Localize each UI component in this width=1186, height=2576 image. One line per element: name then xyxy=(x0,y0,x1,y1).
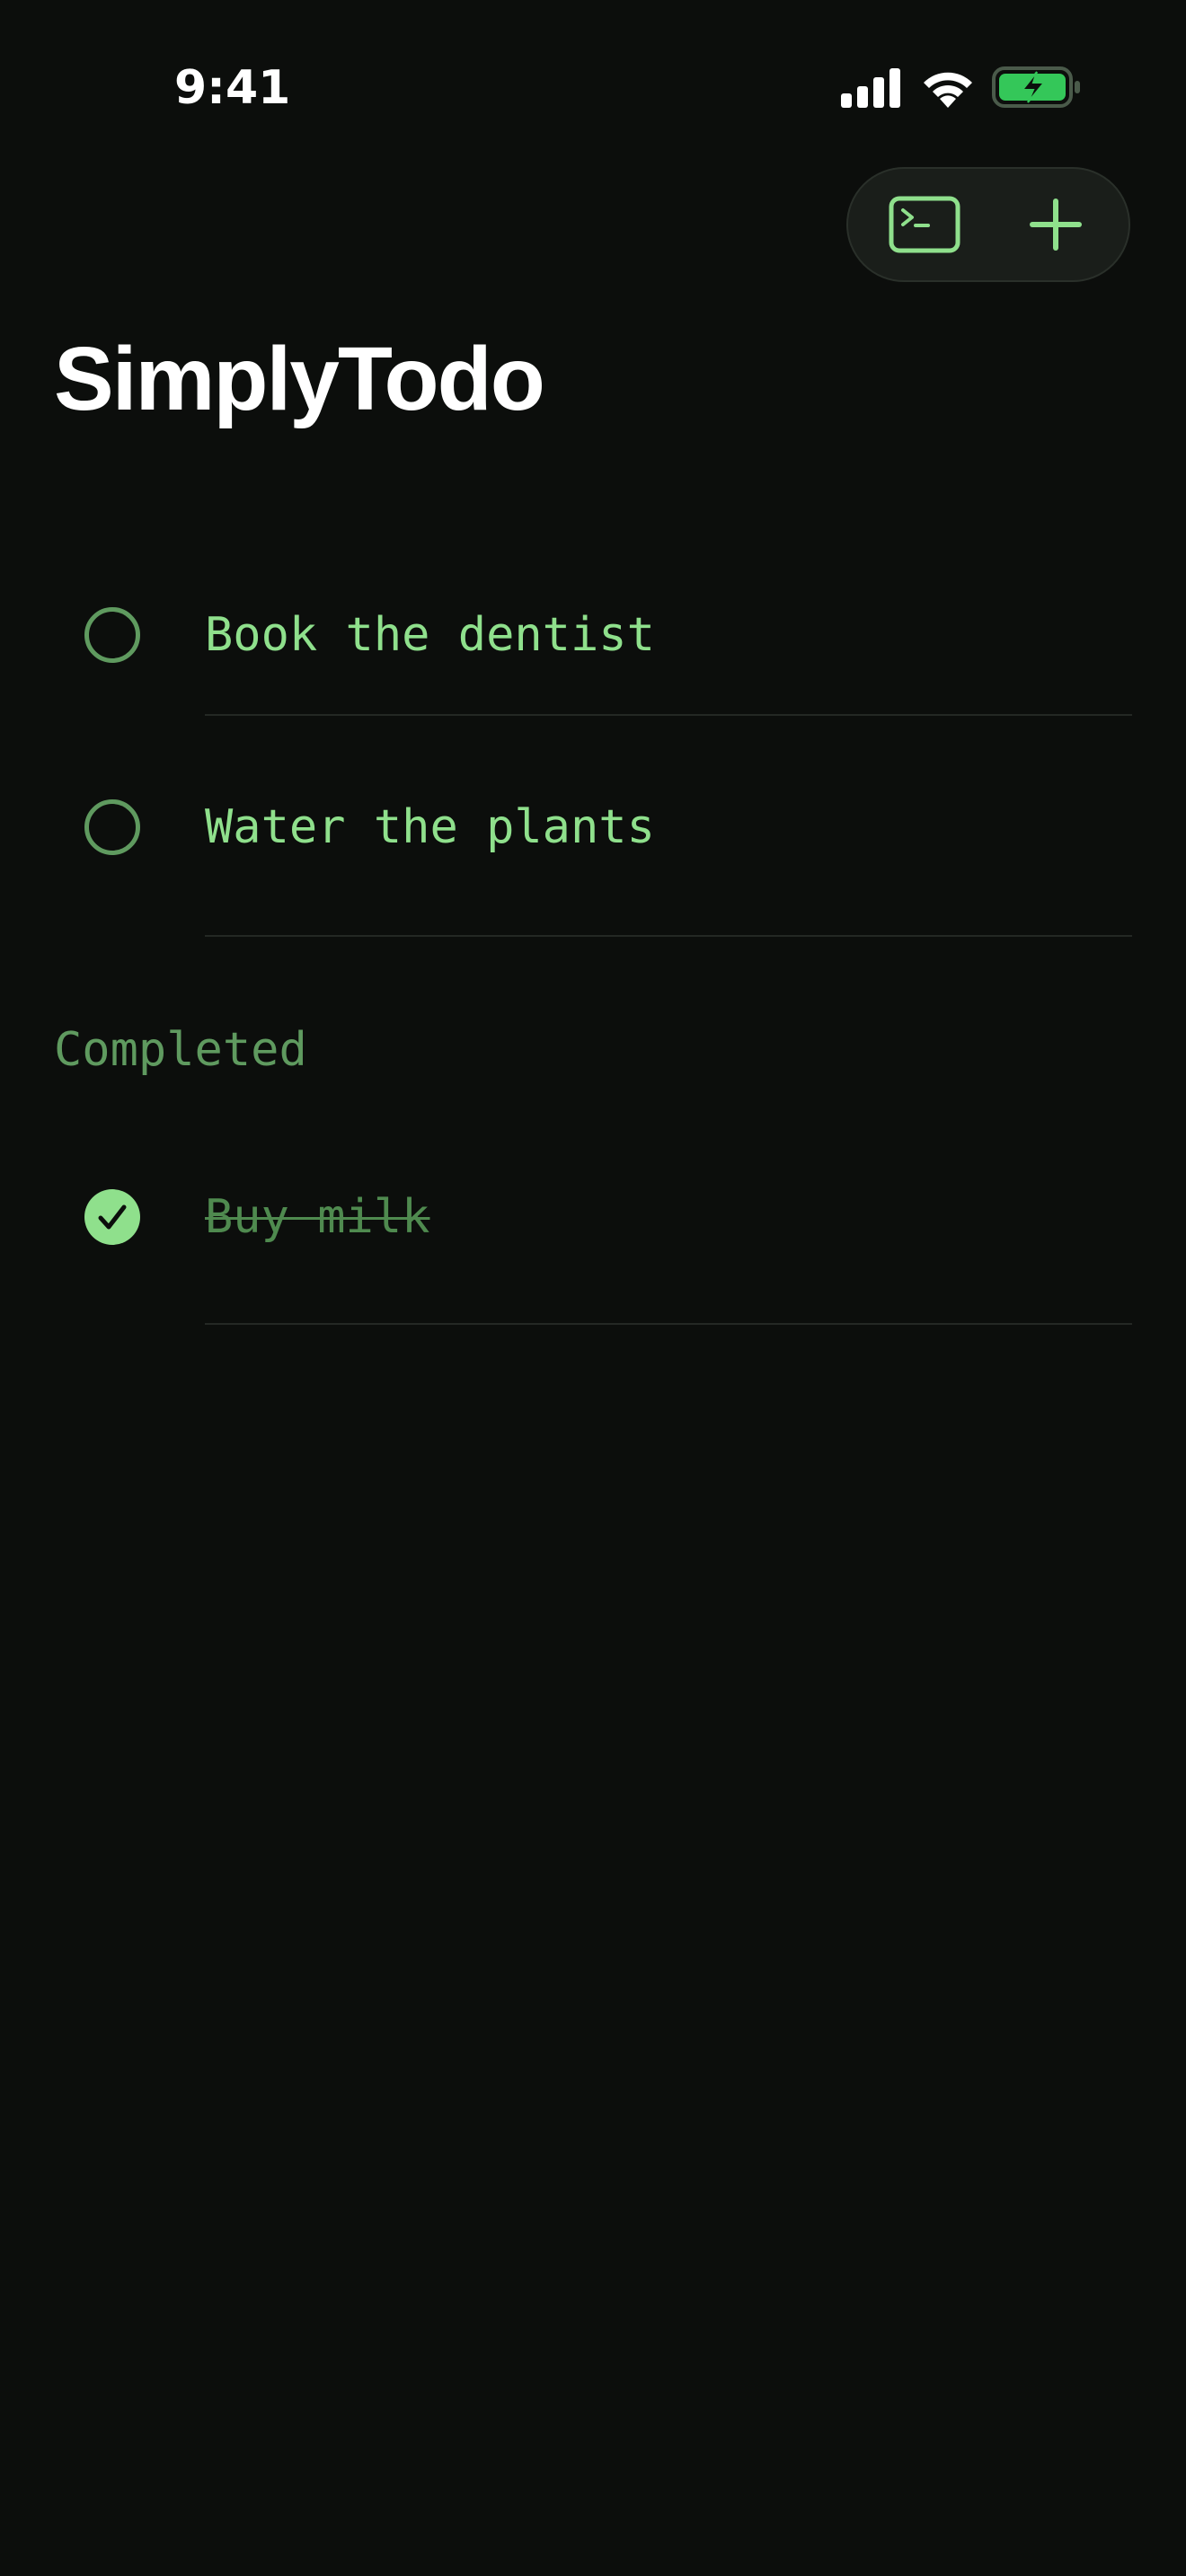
battery-charging-icon xyxy=(992,66,1080,108)
status-icons xyxy=(839,63,1082,113)
completed-section-header: Completed xyxy=(54,1023,307,1077)
row-divider xyxy=(205,714,1132,716)
todo-checkbox[interactable] xyxy=(84,799,140,855)
page-title: SimplyTodo xyxy=(54,329,545,429)
app-screen: 9:41 SimplyTodo Book the dentist Water t… xyxy=(0,0,1186,2576)
todo-checkbox[interactable] xyxy=(84,607,140,663)
wifi-icon xyxy=(924,72,972,108)
todo-title: Buy milk xyxy=(205,1190,430,1244)
todo-checkbox-checked[interactable] xyxy=(84,1189,140,1245)
terminal-icon xyxy=(889,196,960,253)
toolbar xyxy=(846,167,1130,282)
cellular-signal-icon xyxy=(841,68,900,108)
add-todo-button[interactable] xyxy=(997,169,1114,280)
todo-item[interactable]: Water the plants xyxy=(0,719,1186,940)
plus-icon xyxy=(1030,198,1082,251)
status-time: 9:41 xyxy=(174,61,291,115)
row-divider xyxy=(205,1323,1132,1325)
checkmark-icon xyxy=(98,1204,127,1230)
todo-title: Water the plants xyxy=(205,800,655,854)
terminal-button[interactable] xyxy=(866,169,983,280)
row-divider xyxy=(205,935,1132,937)
todo-item[interactable]: Book the dentist xyxy=(0,498,1186,719)
todo-item-completed[interactable]: Buy milk xyxy=(0,1105,1186,1326)
todo-title: Book the dentist xyxy=(205,608,655,662)
